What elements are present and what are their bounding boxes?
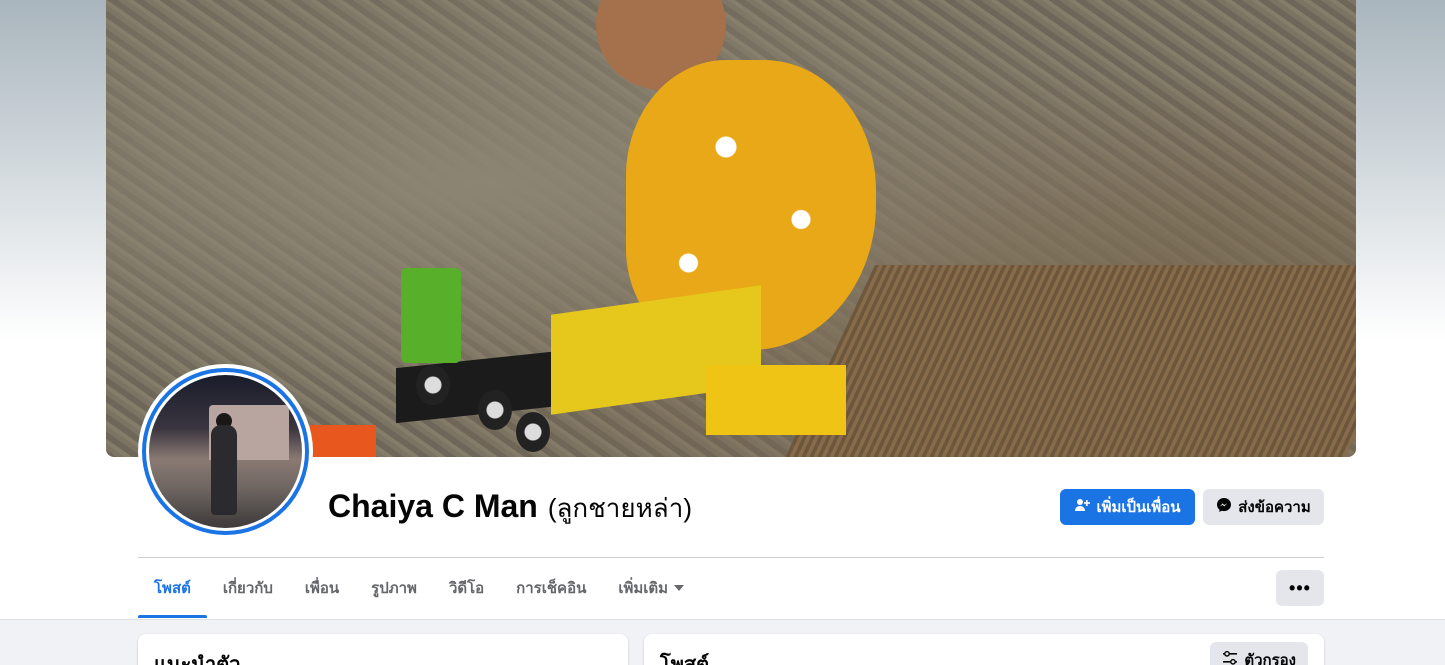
messenger-icon	[1216, 497, 1232, 517]
person-plus-icon	[1074, 497, 1091, 517]
tab-label: วิดีโอ	[448, 580, 485, 597]
profile-name: Chaiya C Man	[328, 488, 538, 524]
profile-tabs: โพสต์ เกี่ยวกับ เพื่อน รูปภาพ วิดีโอ การ…	[138, 558, 700, 618]
filter-button[interactable]: ตัวกรอง	[1210, 642, 1308, 665]
sliders-icon	[1222, 650, 1238, 665]
tab-label: การเช็คอิน	[516, 580, 587, 597]
more-options-label: •••	[1289, 577, 1311, 598]
profile-alternate-name: (ลูกชายหล่า)	[547, 493, 692, 523]
tab-label: เพื่อน	[304, 580, 340, 597]
tab-label: โพสต์	[154, 580, 191, 597]
tab-label: เกี่ยวกับ	[222, 580, 273, 597]
cover-toy-yellow	[706, 365, 846, 435]
cover-truck-cab	[401, 268, 461, 363]
cover-wheel	[416, 365, 450, 405]
cover-mat	[777, 265, 1356, 457]
tab-about[interactable]: เกี่ยวกับ	[207, 558, 289, 618]
message-label: ส่งข้อความ	[1238, 499, 1311, 516]
caret-down-icon	[674, 585, 685, 591]
intro-card: แนะนำตัว	[138, 634, 628, 665]
tab-checkins[interactable]: การเช็คอิน	[500, 558, 602, 618]
tab-friends[interactable]: เพื่อน	[289, 558, 355, 618]
avatar-photo	[149, 375, 302, 528]
tab-label: รูปภาพ	[371, 580, 417, 597]
add-friend-button[interactable]: เพิ่มเป็นเพื่อน	[1060, 489, 1195, 525]
intro-card-title: แนะนำตัว	[154, 654, 241, 665]
more-options-button[interactable]: •••	[1276, 570, 1324, 606]
tab-posts[interactable]: โพสต์	[138, 558, 207, 618]
posts-card-title: โพสต์	[660, 654, 710, 665]
filter-label: ตัวกรอง	[1244, 652, 1296, 665]
tab-photos[interactable]: รูปภาพ	[355, 558, 433, 618]
posts-card: โพสต์ ตัวกรอง	[644, 634, 1324, 665]
message-button[interactable]: ส่งข้อความ	[1203, 489, 1324, 525]
avatar-person	[211, 425, 237, 515]
tab-more[interactable]: เพิ่มเติม	[602, 558, 700, 618]
add-friend-label: เพิ่มเป็นเพื่อน	[1096, 499, 1181, 516]
cover-photo[interactable]	[106, 0, 1356, 457]
avatar-story-ring	[142, 368, 309, 535]
profile-avatar[interactable]	[138, 364, 313, 539]
cover-toy-orange	[306, 425, 376, 457]
profile-name-row: Chaiya C Man (ลูกชายหล่า)	[328, 488, 692, 529]
tab-videos[interactable]: วิดีโอ	[433, 558, 500, 618]
cover-wheel	[516, 412, 550, 452]
cover-wheel	[478, 390, 512, 430]
tab-label: เพิ่มเติม	[618, 580, 669, 597]
